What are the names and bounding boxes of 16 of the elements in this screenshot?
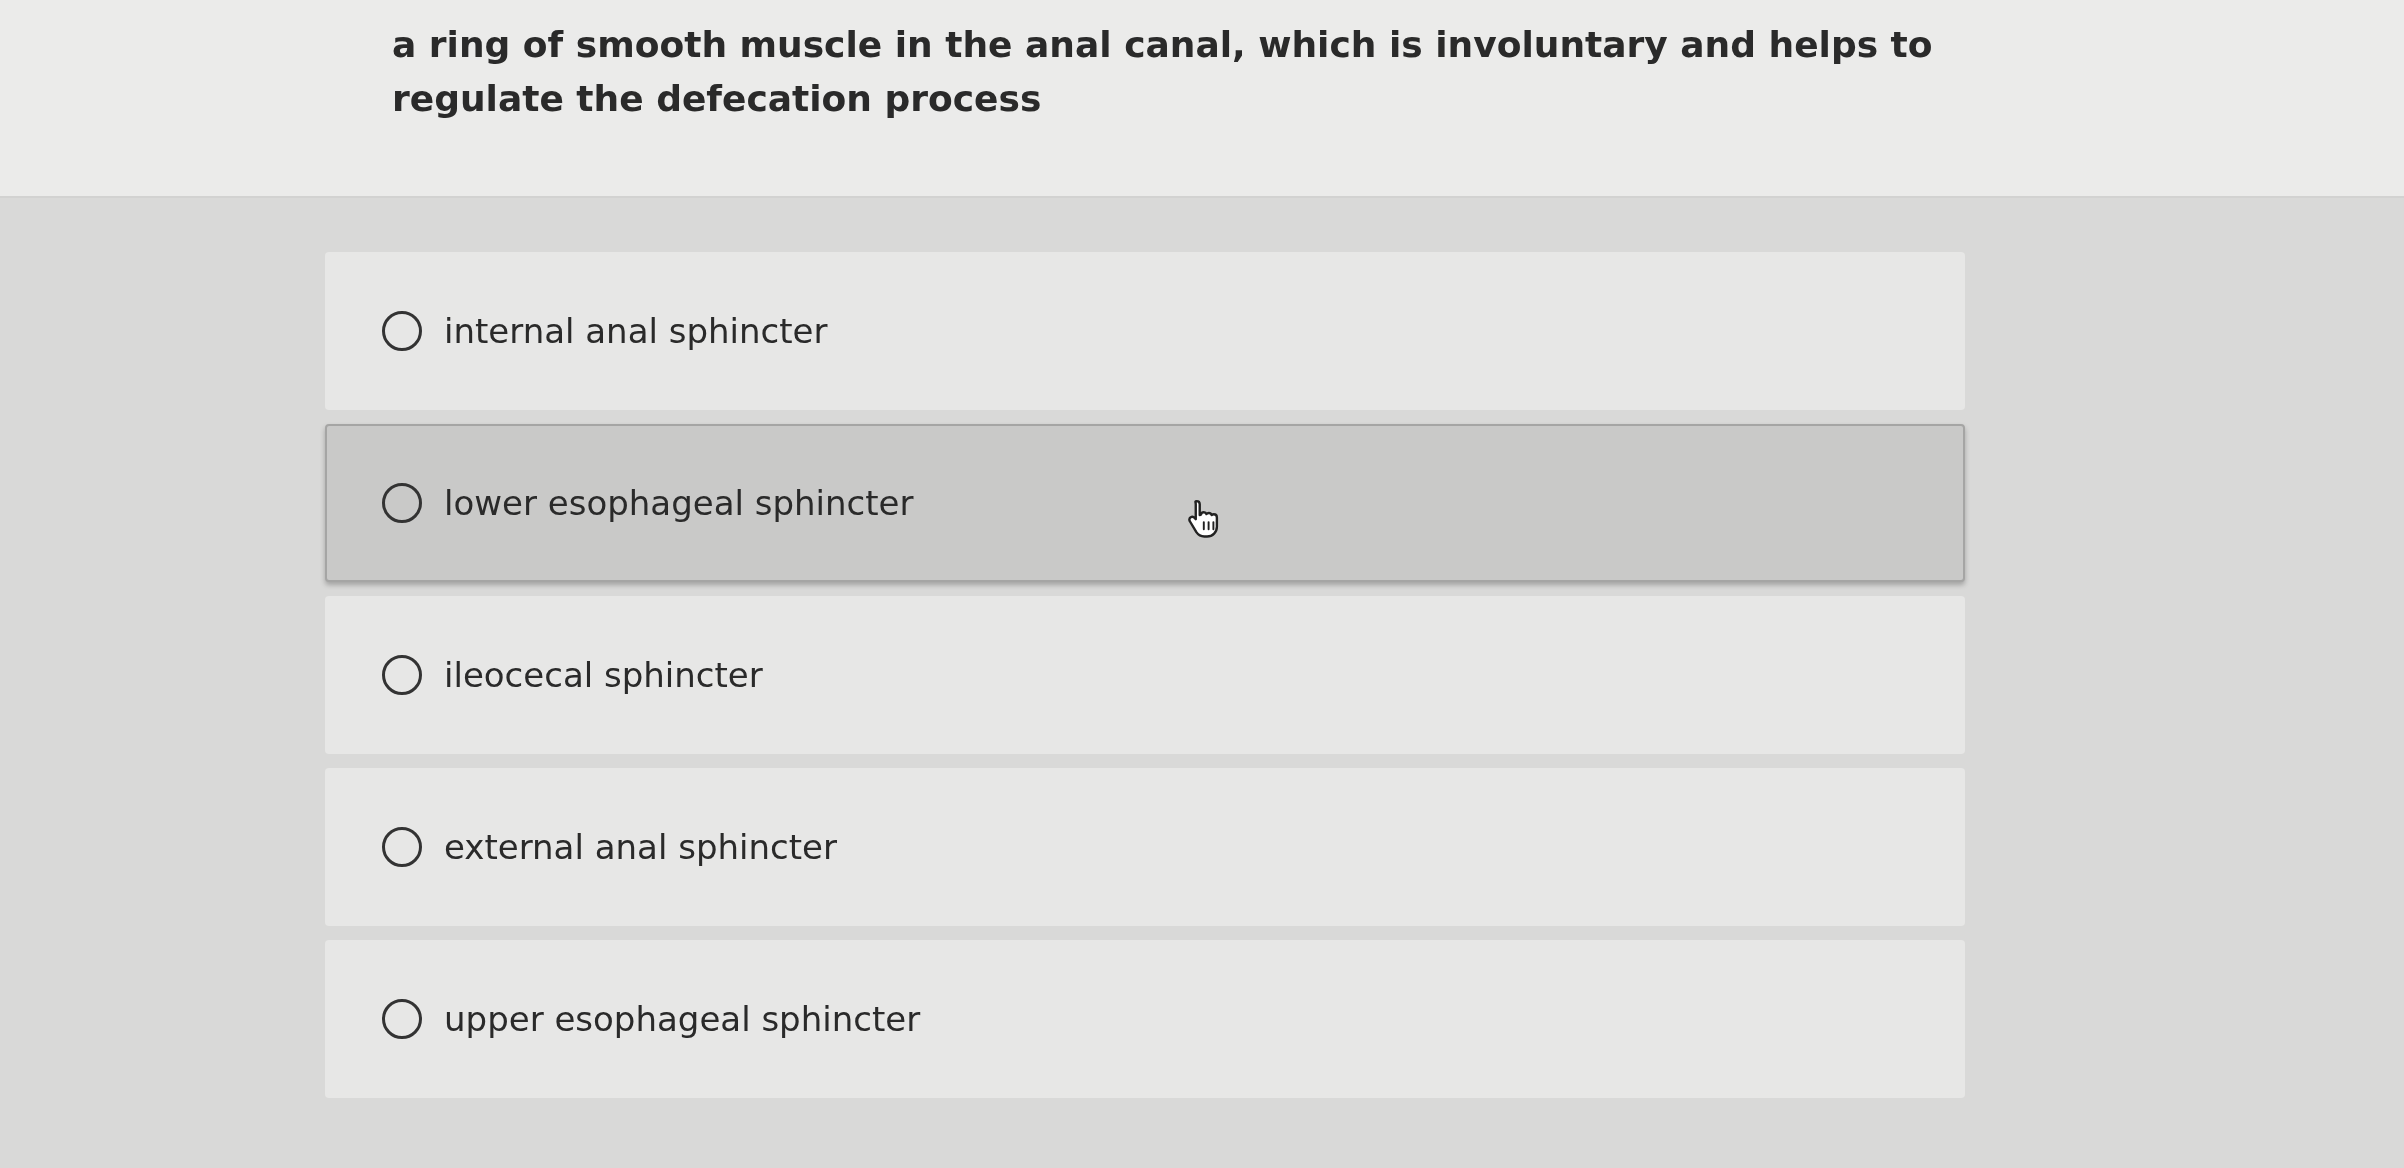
answer-option[interactable]: external anal sphincter: [325, 768, 1965, 926]
radio-button[interactable]: [382, 999, 422, 1039]
radio-button[interactable]: [382, 655, 422, 695]
option-label: upper esophageal sphincter: [444, 999, 921, 1039]
answer-option[interactable]: lower esophageal sphincter: [325, 424, 1965, 582]
answer-option[interactable]: upper esophageal sphincter: [325, 940, 1965, 1098]
radio-button[interactable]: [382, 827, 422, 867]
option-label: ileocecal sphincter: [444, 655, 763, 695]
option-label: lower esophageal sphincter: [444, 483, 914, 523]
option-label: external anal sphincter: [444, 827, 837, 867]
answer-option[interactable]: internal anal sphincter: [325, 252, 1965, 410]
question-text: a ring of smooth muscle in the anal canal, which is involuntary and helps to regulate the defecation process: [392, 23, 1934, 121]
radio-button[interactable]: [382, 483, 422, 523]
radio-button[interactable]: [382, 311, 422, 351]
answer-option[interactable]: ileocecal sphincter: [325, 596, 1965, 754]
option-label: internal anal sphincter: [444, 311, 828, 351]
